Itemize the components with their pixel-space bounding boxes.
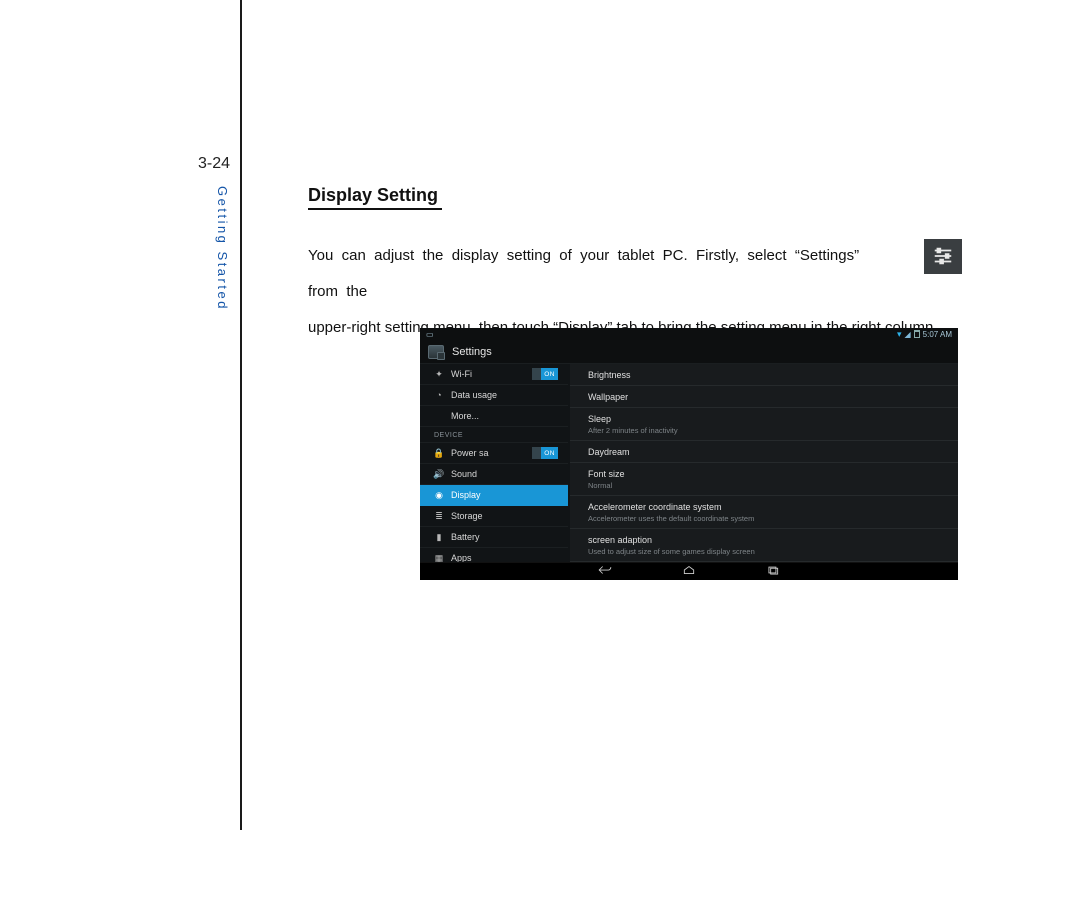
android-status-bar: ▭ ▾ ◢ 5:07 AM: [420, 328, 958, 340]
settings-sliders-icon: [924, 239, 962, 274]
sidebar-item-battery[interactable]: ▮ Battery: [420, 527, 568, 548]
sidebar-item-apps[interactable]: ▦ Apps: [420, 548, 568, 562]
wifi-toggle[interactable]: ON: [532, 368, 558, 380]
document-page: 3-24 Getting Started Display Setting You…: [0, 0, 1080, 906]
main-item-daydream[interactable]: Daydream: [570, 441, 958, 463]
main-item-subtitle: Used to adjust size of some games displa…: [588, 547, 940, 556]
main-item-subtitle: Accelerometer uses the default coordinat…: [588, 514, 940, 523]
paragraph-text: You can adjust the display setting of yo…: [308, 238, 859, 274]
sidebar-item-label: Power sa: [451, 448, 489, 458]
status-left-icon: ▭: [426, 330, 434, 339]
section-running-head: Getting Started: [215, 186, 230, 311]
sidebar-item-label: Storage: [451, 511, 483, 521]
sidebar-section-device: DEVICE: [420, 427, 568, 443]
sidebar-item-label: Apps: [451, 553, 472, 562]
main-item-wallpaper[interactable]: Wallpaper: [570, 386, 958, 408]
tablet-screenshot: ▭ ▾ ◢ 5:07 AM Settings ✦ Wi-Fi ON ◔: [420, 328, 958, 580]
sidebar-item-label: More...: [451, 411, 479, 421]
main-item-font-size[interactable]: Font size Normal: [570, 463, 958, 496]
settings-app-icon: [428, 345, 444, 359]
battery-icon: ▮: [434, 532, 444, 543]
android-nav-bar: [420, 562, 958, 580]
sidebar-item-power-save[interactable]: 🔒 Power sa ON: [420, 443, 568, 464]
apps-icon: ▦: [434, 553, 444, 563]
status-time: 5:07 AM: [923, 330, 952, 339]
recent-icon[interactable]: [766, 564, 780, 579]
main-item-screen-adaption[interactable]: screen adaption Used to adjust size of s…: [570, 529, 958, 562]
main-item-title: screen adaption: [588, 535, 652, 545]
main-item-accelerometer[interactable]: Accelerometer coordinate system Accelero…: [570, 496, 958, 529]
home-icon[interactable]: [682, 564, 696, 579]
sidebar-item-sound[interactable]: 🔊 Sound: [420, 464, 568, 485]
main-item-title: Daydream: [588, 447, 630, 457]
main-item-title: Font size: [588, 469, 625, 479]
settings-sidebar: ✦ Wi-Fi ON ◔ Data usage More... DEVICE 🔒…: [420, 364, 570, 562]
settings-app-header: Settings: [420, 340, 958, 364]
main-item-title: Wallpaper: [588, 392, 628, 402]
settings-main-panel: Brightness Wallpaper Sleep After 2 minut…: [570, 364, 958, 562]
sidebar-item-label: Display: [451, 490, 481, 500]
page-number: 3-24: [198, 155, 230, 173]
power-icon: 🔒: [434, 448, 444, 459]
sidebar-item-label: Data usage: [451, 390, 497, 400]
battery-icon: [914, 330, 920, 338]
sidebar-item-label: Sound: [451, 469, 477, 479]
display-icon: ◉: [434, 490, 444, 501]
wifi-icon: ✦: [434, 369, 444, 380]
main-item-subtitle: Normal: [588, 481, 940, 490]
settings-body: ✦ Wi-Fi ON ◔ Data usage More... DEVICE 🔒…: [420, 364, 958, 562]
sidebar-item-data-usage[interactable]: ◔ Data usage: [420, 385, 568, 406]
heading-display-setting: Display Setting: [308, 185, 442, 210]
sound-icon: 🔊: [434, 469, 444, 480]
main-item-sleep[interactable]: Sleep After 2 minutes of inactivity: [570, 408, 958, 441]
data-usage-icon: ◔: [434, 390, 444, 400]
status-right-cluster: ▾ ◢ 5:07 AM: [897, 329, 952, 340]
sidebar-item-more[interactable]: More...: [420, 406, 568, 427]
paragraph-line-1: You can adjust the display setting of yo…: [308, 238, 968, 310]
main-item-title: Brightness: [588, 370, 631, 380]
sidebar-item-label: Battery: [451, 532, 480, 542]
power-save-toggle[interactable]: ON: [532, 447, 558, 459]
main-item-subtitle: After 2 minutes of inactivity: [588, 426, 940, 435]
main-item-title: Sleep: [588, 414, 611, 424]
back-icon[interactable]: [598, 564, 612, 579]
sidebar-item-label: Wi-Fi: [451, 369, 472, 379]
sidebar-item-display[interactable]: ◉ Display: [420, 485, 568, 506]
main-item-brightness[interactable]: Brightness: [570, 364, 958, 386]
vertical-rule: [240, 0, 242, 830]
signal-icon: ◢: [904, 330, 910, 339]
settings-app-title: Settings: [452, 346, 492, 358]
main-item-title: Accelerometer coordinate system: [588, 502, 722, 512]
paragraph-text: from the: [308, 274, 367, 310]
sidebar-item-wifi[interactable]: ✦ Wi-Fi ON: [420, 364, 568, 385]
wifi-icon: ▾: [897, 329, 902, 340]
sidebar-item-storage[interactable]: ≣ Storage: [420, 506, 568, 527]
storage-icon: ≣: [434, 511, 444, 522]
content-area: Display Setting You can adjust the displ…: [308, 185, 968, 346]
